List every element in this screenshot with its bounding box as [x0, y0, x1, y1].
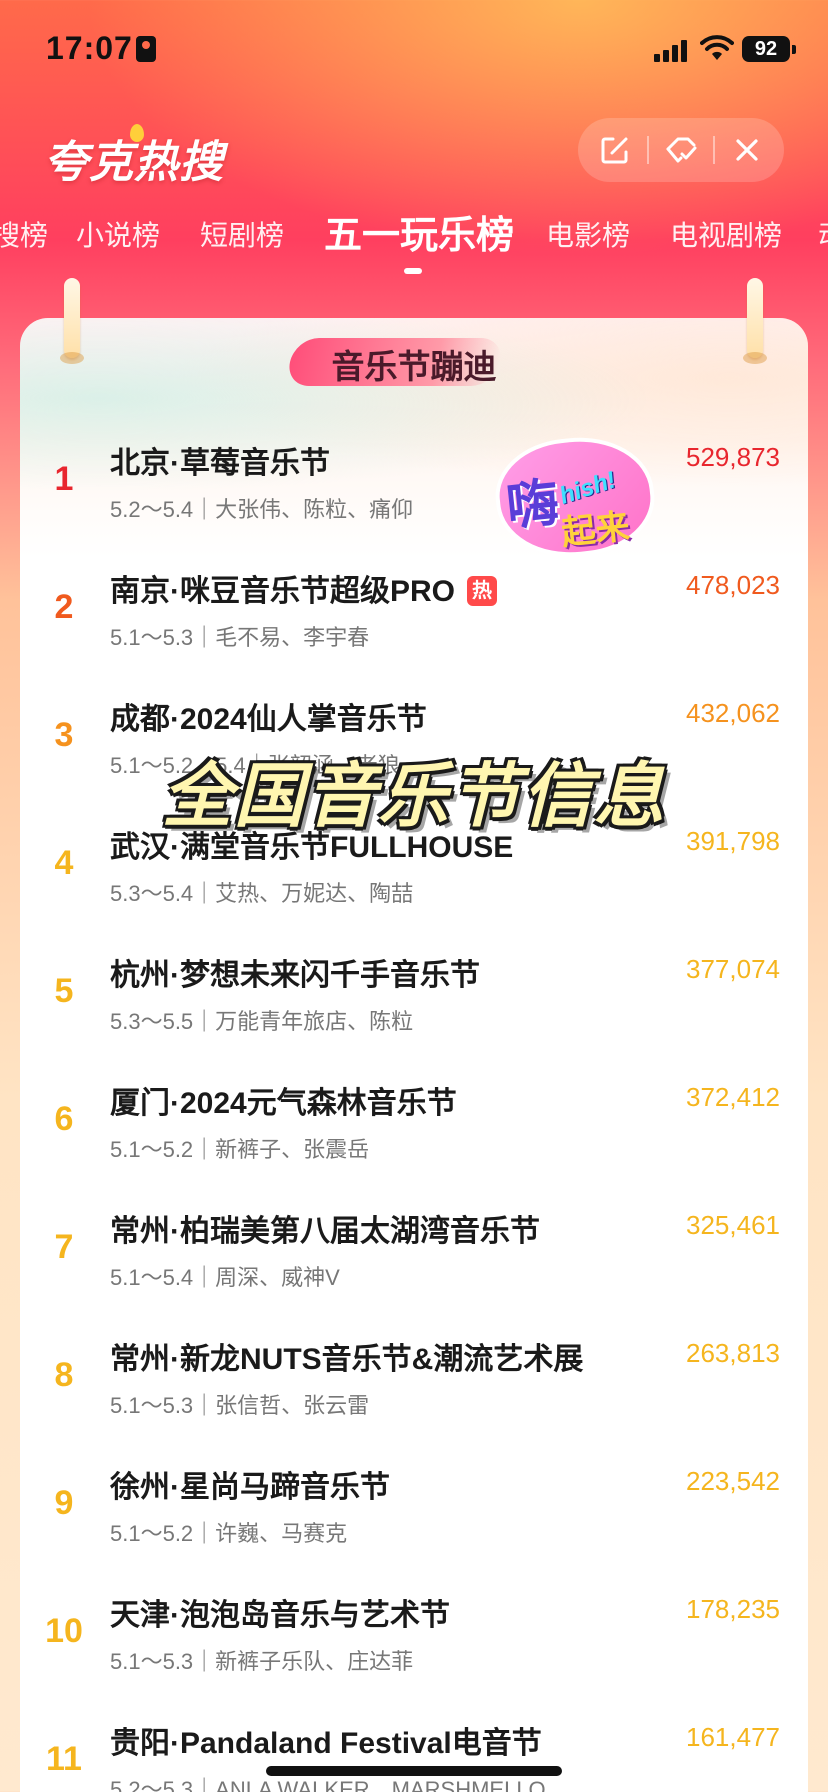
- tab-novel[interactable]: 小说榜: [76, 214, 160, 254]
- item-title: 北京·草莓音乐节: [110, 438, 330, 482]
- edit-icon: [601, 137, 628, 164]
- close-button[interactable]: [725, 128, 769, 172]
- tab-anime[interactable]: 动: [818, 214, 828, 254]
- rank-number: 1: [54, 460, 74, 498]
- rank-number: 5: [54, 972, 74, 1010]
- item-meta: 5.3～5.5｜万能青年旅店、陈粒: [110, 1009, 414, 1034]
- item-meta: 5.1～5.3｜毛不易、李宇春: [110, 625, 370, 650]
- home-indicator: [266, 1766, 562, 1776]
- item-title-text: 厦门·2024元气森林音乐节: [110, 1087, 457, 1120]
- item-score: 325,461: [686, 1210, 780, 1240]
- item-title: 厦门·2024元气森林音乐节: [110, 1078, 457, 1122]
- tab-movie[interactable]: 电影榜: [546, 214, 630, 254]
- item-title: 常州·新龙NUTS音乐节&潮流艺术展: [110, 1334, 583, 1378]
- id-card-icon: [136, 36, 156, 62]
- item-title-text: 杭州·梦想未来闪千手音乐节: [110, 959, 480, 992]
- item-title-text: 贵阳·Pandaland Festival电音节: [110, 1727, 542, 1760]
- rank-number: 10: [45, 1612, 83, 1650]
- tab-tv-series[interactable]: 电视剧榜: [670, 214, 782, 254]
- list-item[interactable]: 1 北京·草莓音乐节 5.2～5.4｜大张伟、陈粒、痛仰 529,873: [0, 420, 828, 548]
- status-bar: 17:07 92: [0, 0, 828, 100]
- hish-sticker: 嗨 hish! 起来: [494, 434, 656, 560]
- divider: [647, 136, 649, 164]
- item-title-text: 天津·泡泡岛音乐与艺术节: [110, 1599, 450, 1632]
- item-title: 常州·柏瑞美第八届太湖湾音乐节: [110, 1206, 540, 1250]
- list-item[interactable]: 10 天津·泡泡岛音乐与艺术节 5.1～5.3｜新裤子乐队、庄达菲 178,235: [0, 1572, 828, 1700]
- item-title: 杭州·梦想未来闪千手音乐节: [110, 950, 480, 994]
- rank-number: 2: [54, 588, 74, 626]
- tab-may-day[interactable]: 五一玩乐榜: [324, 204, 514, 259]
- item-meta: 5.1～5.3｜新裤子乐队、庄达菲: [110, 1649, 414, 1674]
- section-title: 音乐节蹦迪: [331, 348, 497, 385]
- sticker-main-text: 嗨: [503, 473, 562, 538]
- list-item[interactable]: 7 常州·柏瑞美第八届太湖湾音乐节 5.1～5.4｜周深、威神V 325,461: [0, 1188, 828, 1316]
- active-tab-indicator: [404, 268, 422, 274]
- item-score: 178,235: [686, 1594, 780, 1624]
- tab-search[interactable]: 搜榜: [0, 214, 48, 254]
- hot-badge: 热: [467, 576, 497, 606]
- item-title-text: 常州·柏瑞美第八届太湖湾音乐节: [110, 1215, 540, 1248]
- list-item[interactable]: 11 贵阳·Pandaland Festival电音节 5.2～5.3｜ANLA W…: [0, 1700, 828, 1792]
- list-item[interactable]: 6 厦门·2024元气森林音乐节 5.1～5.2｜新裤子、张震岳 372,412: [0, 1060, 828, 1188]
- item-meta: 5.1～5.3｜张信哲、张云雷: [110, 1393, 370, 1418]
- item-meta: 5.1～5.2｜新裤子、张震岳: [110, 1137, 370, 1162]
- item-score: 478,023: [686, 570, 780, 600]
- item-title: 天津·泡泡岛音乐与艺术节: [110, 1590, 450, 1634]
- item-score: 161,477: [686, 1722, 780, 1752]
- item-meta: 5.1～5.4｜周深、威神V: [110, 1265, 340, 1290]
- tag-check-icon: [666, 137, 697, 163]
- list-item[interactable]: 5 杭州·梦想未来闪千手音乐节 5.3～5.5｜万能青年旅店、陈粒 377,074: [0, 932, 828, 1060]
- close-icon: [736, 139, 758, 161]
- video-caption: 全国音乐节信息: [162, 757, 666, 835]
- item-meta: 5.1～5.2｜许巍、马赛克: [110, 1521, 348, 1546]
- item-title: 徐州·星尚马蹄音乐节: [110, 1462, 390, 1506]
- rank-number: 11: [46, 1740, 82, 1778]
- item-score: 377,074: [686, 954, 780, 984]
- item-meta: 5.2～5.4｜大张伟、陈粒、痛仰: [110, 497, 414, 522]
- item-score: 432,062: [686, 698, 780, 728]
- list-item[interactable]: 9 徐州·星尚马蹄音乐节 5.1～5.2｜许巍、马赛克 223,542: [0, 1444, 828, 1572]
- rank-number: 7: [54, 1228, 74, 1266]
- item-title-text: 北京·草莓音乐节: [110, 447, 330, 480]
- category-tabs: 搜榜 小说榜 短剧榜 五一玩乐榜 电影榜 电视剧榜 动: [0, 200, 828, 270]
- rank-number: 4: [54, 844, 74, 882]
- item-score: 529,873: [686, 442, 780, 472]
- item-title-text: 常州·新龙NUTS音乐节&潮流艺术展: [110, 1343, 584, 1376]
- rank-number: 6: [54, 1100, 74, 1138]
- battery-icon: 92: [742, 36, 796, 62]
- item-score: 372,412: [686, 1082, 780, 1112]
- list-item[interactable]: 8 常州·新龙NUTS音乐节&潮流艺术展 5.1～5.3｜张信哲、张云雷 263,81…: [0, 1316, 828, 1444]
- item-title: 成都·2024仙人掌音乐节: [110, 694, 427, 738]
- edit-button[interactable]: [593, 128, 637, 172]
- subscribe-button[interactable]: [659, 128, 703, 172]
- cellular-signal-icon: [654, 40, 690, 62]
- item-title-text: 徐州·星尚马蹄音乐节: [110, 1471, 390, 1504]
- tab-short-drama[interactable]: 短剧榜: [200, 214, 284, 254]
- item-meta: 5.3～5.4｜艾热、万妮达、陶喆: [110, 881, 414, 906]
- list-item[interactable]: 2 南京·咪豆音乐节超级PRO 热 5.1～5.3｜毛不易、李宇春 478,023: [0, 548, 828, 676]
- item-title-text: 南京·咪豆音乐节超级PRO: [110, 575, 455, 608]
- item-score: 263,813: [686, 1338, 780, 1368]
- item-score: 223,542: [686, 1466, 780, 1496]
- rank-number: 9: [54, 1484, 74, 1522]
- rank-number: 8: [54, 1356, 74, 1394]
- item-title: 南京·咪豆音乐节超级PRO 热: [110, 566, 497, 610]
- item-title: 贵阳·Pandaland Festival电音节: [110, 1718, 542, 1762]
- divider: [713, 136, 715, 164]
- header-actions: [578, 118, 784, 182]
- flame-icon: [130, 124, 144, 142]
- status-time: 17:07: [46, 30, 133, 66]
- sticker-sub-text: 起来: [559, 507, 632, 553]
- item-title-text: 成都·2024仙人掌音乐节: [110, 703, 427, 736]
- wifi-icon: [700, 35, 734, 60]
